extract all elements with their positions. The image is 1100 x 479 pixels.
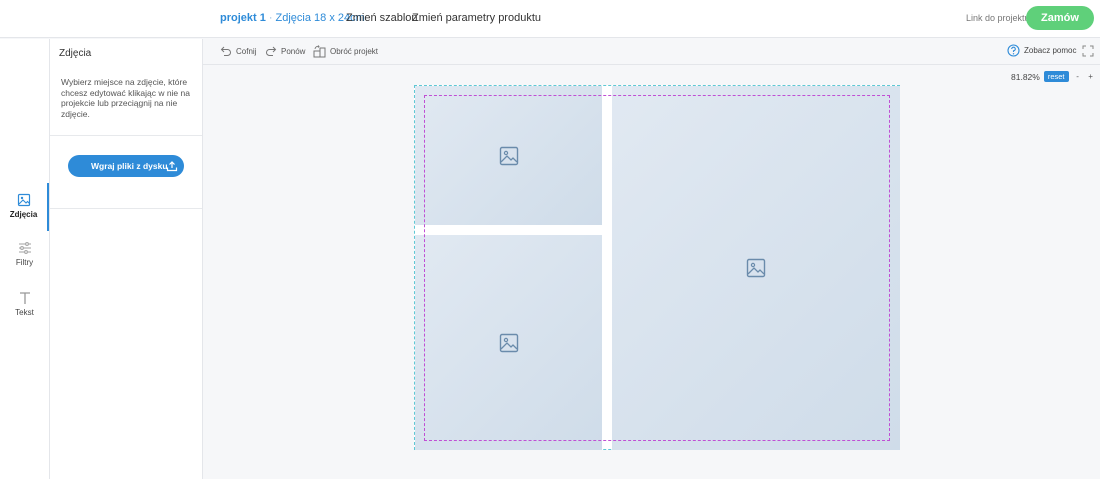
upload-icon — [166, 161, 178, 172]
text-icon — [19, 292, 30, 304]
rail-label-text: Tekst — [15, 308, 34, 317]
fullscreen-icon[interactable] — [1082, 45, 1094, 57]
upload-from-disk-button[interactable]: Wgraj pliki z dysku — [68, 155, 184, 177]
rail-label-filters: Filtry — [15, 258, 34, 267]
zoom-controls: 81.82% reset - + — [1011, 71, 1097, 82]
project-link[interactable]: Link do projektu — [966, 13, 1030, 23]
panel-description: Wybierz miejsce na zdjęcie, które chcesz… — [61, 77, 190, 119]
panel-title: Zdjęcia — [59, 48, 92, 59]
zoom-in-button[interactable]: + — [1085, 71, 1097, 82]
photos-panel: Zdjęcia Wybierz miejsce na zdjęcie, któr… — [50, 39, 203, 479]
change-product-params-link[interactable]: Zmień parametry produktu — [412, 12, 541, 24]
photo-slot-right[interactable] — [612, 86, 900, 450]
undo-label: Cofnij — [236, 46, 257, 56]
image-placeholder-icon — [499, 333, 518, 352]
order-button[interactable]: Zamów — [1026, 6, 1094, 30]
help-icon — [1007, 44, 1020, 57]
image-placeholder-icon — [499, 146, 518, 165]
top-bar: projekt 1 · Zdjęcia 18 x 24cm Zmień szablo… — [0, 0, 1100, 38]
design-canvas — [414, 85, 900, 450]
change-template-link[interactable]: Zmień szablon — [346, 12, 418, 24]
image-placeholder-icon — [746, 258, 766, 278]
divider — [50, 208, 202, 209]
rotate-label: Obróć projekt — [330, 47, 379, 56]
sliders-icon — [18, 242, 31, 254]
help-button[interactable]: Zobacz pomoc — [1007, 44, 1076, 57]
rotate-project-button[interactable]: Obróć projekt — [313, 45, 378, 58]
upload-button-label: Wgraj pliki z dysku — [91, 161, 168, 171]
zoom-level: 81.82% — [1011, 71, 1040, 82]
photo-slot-bottom-left[interactable] — [415, 235, 602, 450]
redo-icon — [266, 46, 277, 56]
redo-label: Ponów — [281, 46, 306, 56]
rotate-icon — [313, 45, 326, 58]
project-name: projekt 1 — [220, 12, 266, 24]
zoom-reset-button[interactable]: reset — [1043, 71, 1069, 82]
zoom-out-button[interactable]: - — [1072, 71, 1084, 82]
breadcrumb-separator: · — [268, 12, 273, 24]
image-icon — [17, 193, 30, 207]
photo-slot-top-left[interactable] — [415, 86, 602, 225]
rail-item-text[interactable]: Tekst — [0, 281, 49, 329]
help-label: Zobacz pomoc — [1024, 46, 1077, 55]
rail-item-filters[interactable]: Filtry — [0, 231, 49, 279]
redo-button[interactable]: Ponów — [265, 45, 305, 57]
undo-icon — [220, 46, 231, 56]
divider — [50, 135, 202, 136]
undo-button[interactable]: Cofnij — [220, 45, 256, 57]
project-breadcrumb[interactable]: projekt 1 · Zdjęcia 18 x 24cm — [220, 12, 365, 24]
rail-item-photos[interactable]: Zdjęcia — [0, 183, 49, 231]
rail-label-photos: Zdjęcia — [9, 210, 38, 219]
tool-rail: Zdjęcia Filtry Tekst — [0, 39, 50, 479]
editor-toolbar: Cofnij Ponów Obróć projekt Zobacz pomoc — [203, 39, 1100, 65]
